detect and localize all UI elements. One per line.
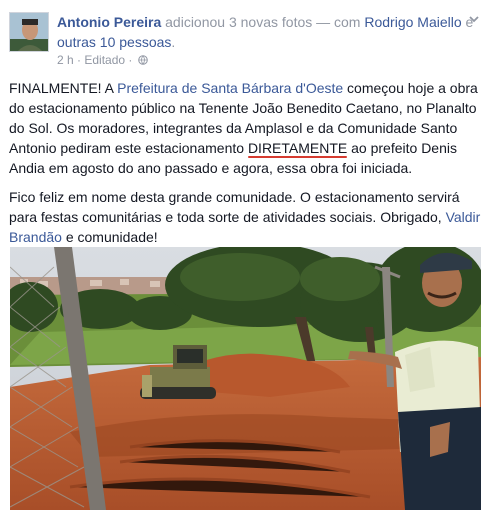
meta-separator: · [73,53,85,67]
header-end-text: . [171,34,176,50]
p2-start-text: Fico feliz em nome desta grande comunida… [9,189,460,225]
facebook-post: Antonio Pereira adicionou 3 novas fotos … [0,0,491,510]
post-paragraph-2: Fico feliz em nome desta grande comunida… [9,187,483,247]
header-action-text: adicionou 3 novas fotos — com [161,14,365,30]
post-timestamp[interactable]: 2 h [57,53,74,67]
meta-separator-2: · [125,53,136,67]
tagged-person-link[interactable]: Rodrigo Maiello [364,14,461,30]
highlighted-word: DIRETAMENTE [247,140,348,158]
p1-start-text: FINALMENTE! A [9,80,118,96]
author-avatar[interactable] [9,12,49,52]
p2-end-text: e comunidade! [61,229,158,245]
chevron-down-icon[interactable] [467,12,481,26]
author-name[interactable]: Antonio Pereira [57,14,161,30]
post-paragraph-1: FINALMENTE! A Prefeitura de Santa Bárbar… [9,78,483,178]
post-body: FINALMENTE! A Prefeitura de Santa Bárbar… [9,78,483,256]
others-link[interactable]: outras 10 pessoas [57,34,171,50]
post-photo[interactable] [10,247,481,510]
post-meta: 2 h · Editado · [57,52,148,68]
edited-label[interactable]: Editado [84,53,125,67]
globe-icon[interactable] [137,55,148,65]
post-header: Antonio Pereira adicionou 3 novas fotos … [57,12,477,52]
prefeitura-link[interactable]: Prefeitura de Santa Bárbara d'Oeste [117,80,343,96]
